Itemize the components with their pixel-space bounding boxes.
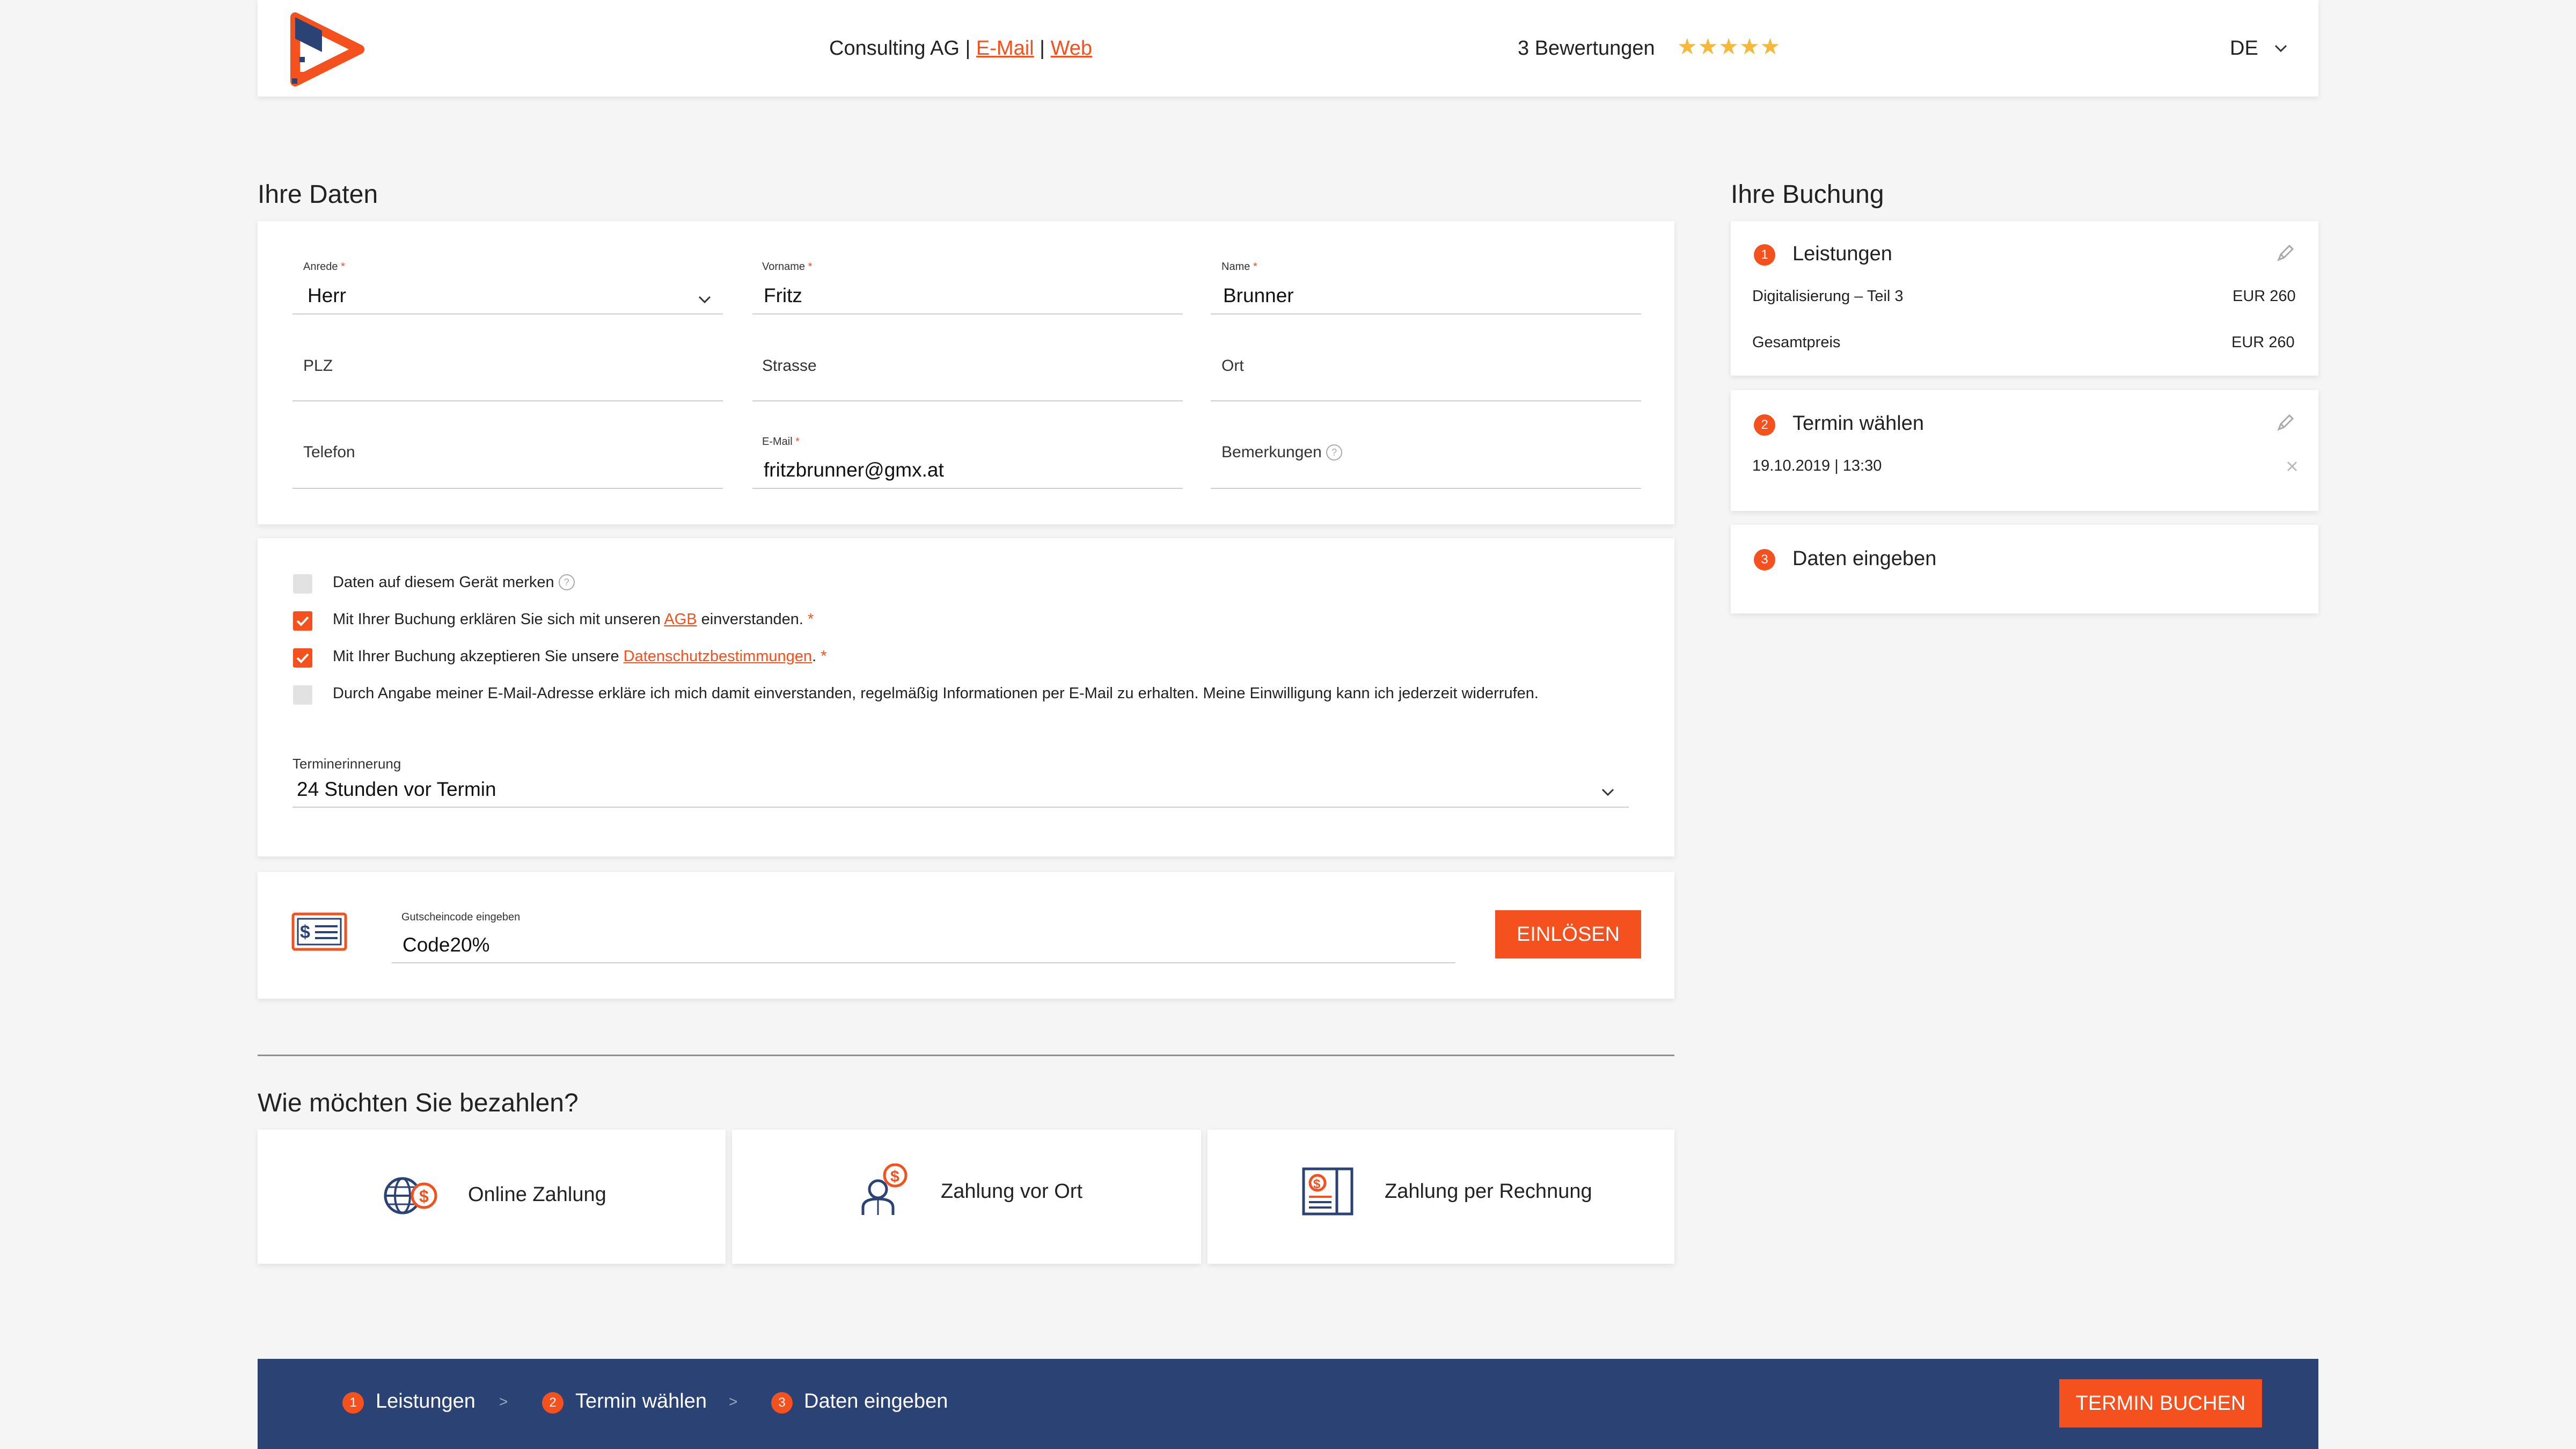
firstname-underline	[752, 313, 1183, 314]
chevron-down-icon[interactable]	[1598, 782, 1618, 802]
city-underline	[1211, 400, 1641, 401]
reminder-underline	[292, 807, 1629, 808]
footer-separator: >	[499, 1393, 508, 1410]
email-underline	[752, 488, 1183, 489]
step-number-badge: 2	[1754, 414, 1775, 436]
zip-input[interactable]: PLZ	[303, 357, 333, 375]
agb-label: Mit Ihrer Buchung erklären Sie sich mit …	[333, 611, 814, 628]
payment-label-onsite: Zahlung vor Ort	[941, 1180, 1082, 1203]
zip-underline	[292, 400, 723, 401]
agb-checkbox[interactable]	[293, 611, 312, 631]
step-number-badge: 3	[1754, 549, 1775, 570]
phone-input[interactable]: Telefon	[303, 443, 355, 462]
svg-text:$: $	[890, 1168, 899, 1185]
lastname-underline	[1211, 313, 1641, 314]
globe-money-icon: $	[382, 1170, 441, 1218]
footer-step-badge: 1	[342, 1392, 364, 1414]
street-input[interactable]: Strasse	[762, 357, 817, 375]
top-header	[258, 0, 2318, 97]
rating-stars: ★★★★★	[1677, 34, 1781, 59]
book-appointment-button[interactable]: TERMIN BUCHEN	[2059, 1379, 2262, 1428]
help-icon[interactable]: ?	[558, 574, 575, 590]
edit-pencil-icon[interactable]	[2274, 412, 2296, 434]
salutation-select[interactable]: Herr	[308, 284, 346, 307]
total-label: Gesamtpreis	[1752, 334, 1841, 351]
voucher-label: Gutscheincode eingeben	[401, 911, 521, 923]
help-icon[interactable]: ?	[1326, 444, 1343, 460]
footer-steps-bar	[258, 1359, 2318, 1449]
selected-datetime: 19.10.2019 | 13:30	[1752, 457, 1882, 474]
payment-title: Wie möchten Sie bezahlen?	[258, 1089, 579, 1117]
footer-step-services[interactable]: Leistungen	[376, 1390, 475, 1413]
footer-step-badge: 3	[771, 1392, 793, 1414]
company-contact: Consulting AG | E-Mail | Web	[829, 37, 1093, 60]
chevron-down-icon[interactable]	[695, 290, 714, 309]
person-money-icon: $	[858, 1163, 911, 1217]
privacy-checkbox[interactable]	[293, 648, 312, 668]
firstname-input[interactable]: Fritz	[764, 284, 802, 307]
data-step-title: Daten eingeben	[1792, 547, 1937, 570]
email-link[interactable]: E-Mail	[976, 37, 1034, 60]
remember-checkbox[interactable]	[293, 574, 312, 594]
newsletter-checkbox[interactable]	[293, 685, 312, 705]
close-icon[interactable]	[2285, 459, 2299, 473]
reminder-select[interactable]: 24 Stunden vor Termin	[297, 778, 496, 801]
voucher-icon: $	[291, 912, 347, 951]
privacy-link[interactable]: Datenschutzbestimmungen	[624, 648, 812, 665]
chevron-down-icon[interactable]	[2271, 39, 2290, 58]
redeem-button[interactable]: EINLÖSEN	[1495, 910, 1641, 958]
reviews-count[interactable]: 3 Bewertungen	[1518, 35, 1655, 61]
total-price: EUR 260	[2231, 334, 2295, 351]
footer-separator: >	[729, 1393, 738, 1410]
service-item-price: EUR 260	[2233, 288, 2296, 305]
svg-text:$: $	[1313, 1177, 1321, 1191]
remember-label: Daten auf diesem Gerät merken ?	[333, 574, 575, 591]
voucher-underline	[392, 962, 1455, 963]
salutation-label: Anrede *	[303, 261, 345, 273]
web-link[interactable]: Web	[1051, 37, 1092, 60]
personal-data-title: Ihre Daten	[258, 180, 378, 209]
payment-label-online: Online Zahlung	[468, 1183, 606, 1206]
step-number-badge: 1	[1754, 244, 1775, 266]
company-logo[interactable]	[290, 12, 365, 87]
city-input[interactable]: Ort	[1221, 357, 1244, 375]
firstname-label: Vorname *	[762, 261, 813, 273]
lastname-input[interactable]: Brunner	[1223, 284, 1294, 307]
email-label: E-Mail *	[762, 436, 800, 448]
services-title: Leistungen	[1792, 243, 1892, 265]
footer-step-data[interactable]: Daten eingeben	[804, 1390, 948, 1413]
agb-link[interactable]: AGB	[664, 611, 697, 628]
lastname-label: Name *	[1221, 261, 1257, 273]
edit-pencil-icon[interactable]	[2274, 243, 2296, 264]
svg-text:$: $	[419, 1187, 429, 1206]
svg-text:$: $	[300, 922, 310, 942]
language-selector[interactable]: DE	[2230, 35, 2258, 61]
booking-title: Ihre Buchung	[1731, 180, 1884, 209]
booking-step-date	[1731, 390, 2318, 511]
voucher-input[interactable]: Code20%	[402, 934, 490, 956]
company-name: Consulting AG	[829, 37, 960, 60]
section-divider	[258, 1055, 1674, 1056]
email-input[interactable]: fritzbrunner@gmx.at	[764, 459, 944, 481]
footer-step-date[interactable]: Termin wählen	[575, 1390, 707, 1413]
notes-underline	[1211, 488, 1641, 489]
salutation-underline	[292, 313, 723, 314]
newsletter-label: Durch Angabe meiner E-Mail-Adresse erklä…	[333, 685, 1539, 702]
street-underline	[752, 400, 1183, 401]
payment-label-invoice: Zahlung per Rechnung	[1385, 1180, 1592, 1203]
invoice-icon: $	[1301, 1163, 1355, 1217]
notes-input[interactable]: Bemerkungen ?	[1221, 443, 1343, 462]
reminder-label: Terminerinnerung	[292, 756, 401, 772]
service-item-name: Digitalisierung – Teil 3	[1752, 288, 1904, 305]
phone-underline	[292, 488, 723, 489]
personal-data-card	[258, 221, 1674, 524]
date-title: Termin wählen	[1792, 412, 1924, 435]
footer-step-badge: 2	[542, 1392, 564, 1414]
privacy-label: Mit Ihrer Buchung akzeptieren Sie unsere…	[333, 648, 827, 665]
